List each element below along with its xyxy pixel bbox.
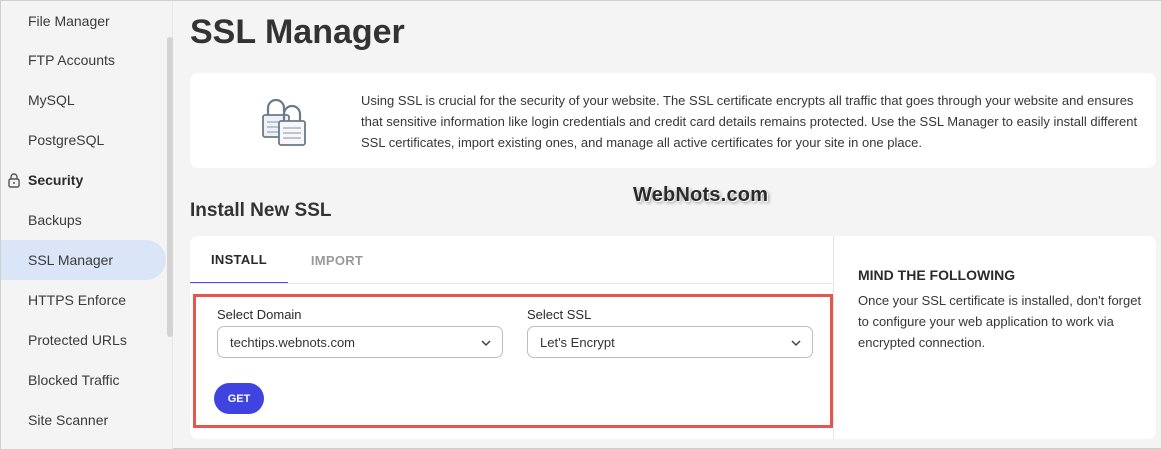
- sidebar-item-mysql[interactable]: MySQL: [1, 80, 166, 120]
- sidebar-item-label: HTTPS Enforce: [28, 292, 127, 308]
- sidebar-section-security[interactable]: Security: [1, 160, 166, 200]
- sidebar-item-label: PostgreSQL: [28, 132, 105, 148]
- sidebar-item-protected-urls[interactable]: Protected URLs: [1, 320, 166, 360]
- sidebar-scrollbar[interactable]: [167, 37, 173, 337]
- sidebar: File Manager FTP Accounts MySQL PostgreS…: [1, 1, 173, 449]
- sidebar-item-blocked-traffic[interactable]: Blocked Traffic: [1, 360, 166, 400]
- sidebar-item-site-scanner[interactable]: Site Scanner: [1, 400, 166, 440]
- notice-text: Once your SSL certificate is installed, …: [858, 293, 1142, 350]
- get-button[interactable]: GET: [214, 383, 264, 414]
- sidebar-item-label: SSL Manager: [28, 252, 114, 268]
- select-domain-value: techtips.webnots.com: [230, 334, 356, 350]
- sidebar-item-ssl-manager[interactable]: SSL Manager: [1, 240, 166, 280]
- sidebar-item-https-enforce[interactable]: HTTPS Enforce: [1, 280, 166, 320]
- ssl-info-text: Using SSL is crucial for the security of…: [361, 93, 1138, 150]
- select-domain-label: Select Domain: [217, 307, 302, 322]
- highlight-box: Select Domain techtips.webnots.com Selec…: [193, 294, 833, 428]
- sidebar-item-label: MySQL: [28, 92, 75, 108]
- ssl-locks-icon: [262, 98, 306, 146]
- page-title: SSL Manager: [190, 13, 405, 51]
- sidebar-item-postgresql[interactable]: PostgreSQL: [1, 120, 166, 160]
- chevron-down-icon: [791, 340, 801, 347]
- lock-icon: [8, 173, 20, 188]
- sidebar-item-label: Protected URLs: [28, 332, 127, 348]
- notice-title: MIND THE FOLLOWING: [858, 267, 1016, 283]
- select-ssl-label: Select SSL: [527, 307, 592, 322]
- sidebar-item-label: Backups: [28, 212, 82, 228]
- sidebar-item-ftp-accounts[interactable]: FTP Accounts: [1, 40, 166, 80]
- panel-divider: [833, 236, 834, 439]
- tab-import[interactable]: IMPORT: [288, 236, 386, 284]
- sidebar-item-label: Site Scanner: [28, 412, 109, 428]
- sidebar-item-backups[interactable]: Backups: [1, 200, 166, 240]
- sidebar-item-file-manager[interactable]: File Manager: [1, 1, 166, 41]
- select-ssl-dropdown[interactable]: Let's Encrypt: [527, 326, 813, 358]
- sidebar-item-label: FTP Accounts: [28, 52, 115, 68]
- select-ssl-value: Let's Encrypt: [540, 334, 615, 350]
- sidebar-item-label: Blocked Traffic: [28, 372, 120, 388]
- tab-install[interactable]: INSTALL: [190, 236, 288, 284]
- install-section-title: Install New SSL: [190, 200, 332, 221]
- chevron-down-icon: [481, 340, 491, 347]
- sidebar-item-label: File Manager: [28, 13, 110, 29]
- watermark: WebNots.com: [633, 184, 769, 206]
- info-card: Using SSL is crucial for the security of…: [190, 73, 1156, 168]
- install-card: INSTALL IMPORT Select Domain techtips.we…: [190, 236, 1156, 439]
- sidebar-section-label: Security: [28, 172, 84, 188]
- select-domain-dropdown[interactable]: techtips.webnots.com: [217, 326, 503, 358]
- tab-divider: [190, 283, 833, 284]
